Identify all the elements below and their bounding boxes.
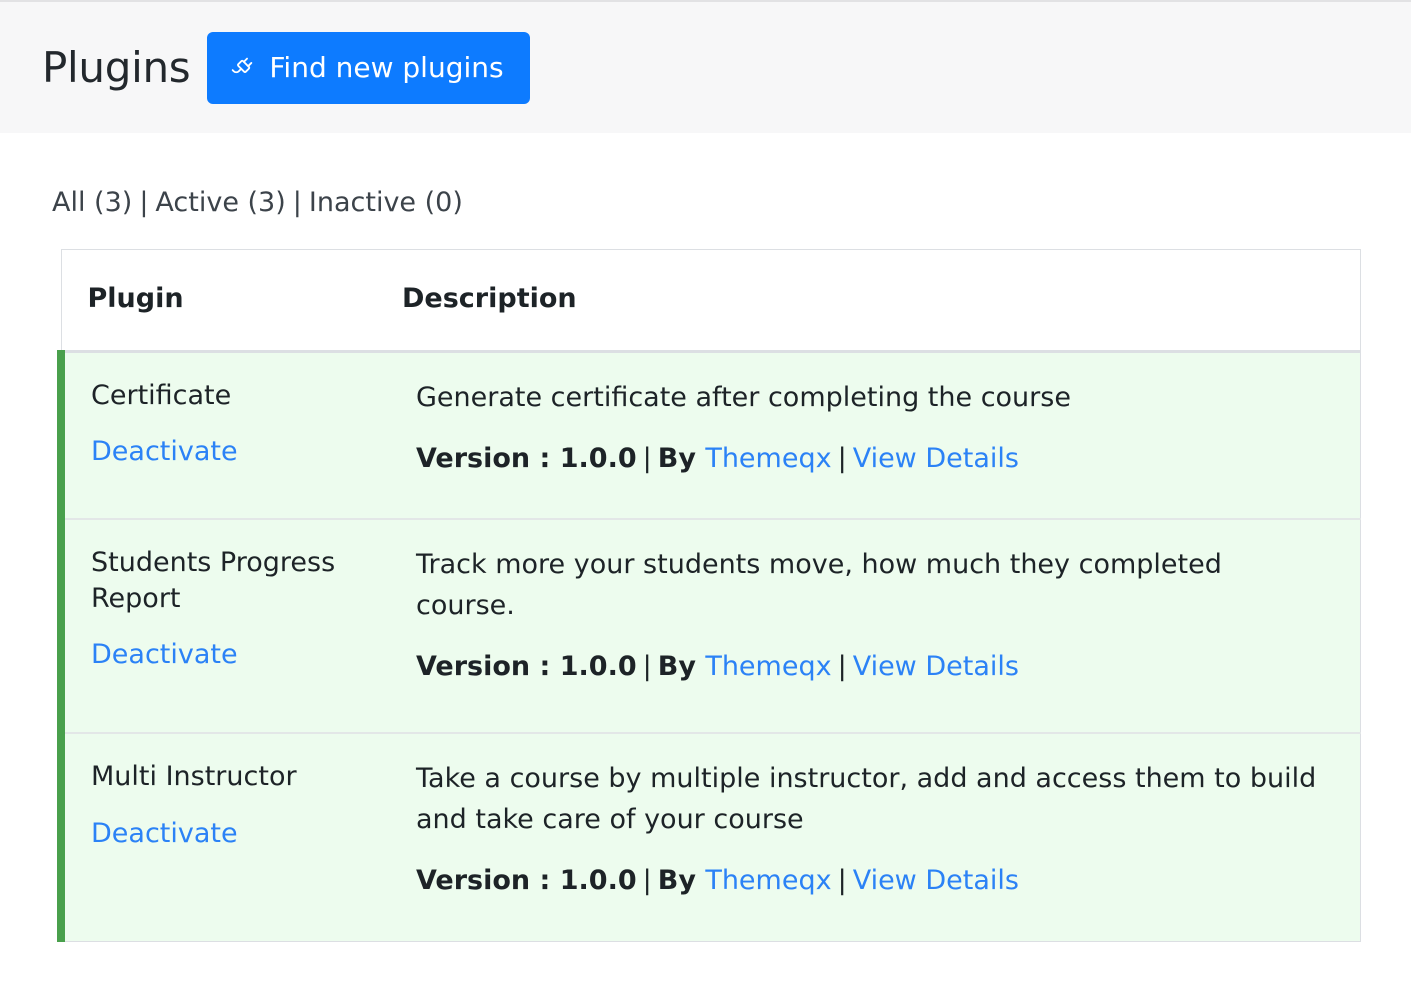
table-row: Certificate Deactivate Generate certific… (57, 351, 1361, 520)
plugin-description: Track more your students move, how much … (416, 549, 1222, 621)
page-header: Plugins Find new plugins (0, 0, 1411, 133)
plugin-description: Generate certificate after completing th… (416, 381, 1071, 413)
deactivate-link[interactable]: Deactivate (91, 436, 238, 467)
plugin-version: Version : 1.0.0 (416, 443, 637, 475)
plugin-version: Version : 1.0.0 (416, 651, 637, 683)
plugins-table: Plugin Description Certificate Deactivat… (57, 248, 1361, 942)
table-row: Multi Instructor Deactivate Take a cours… (57, 732, 1361, 942)
plugin-by-label: By (657, 443, 696, 475)
plugin-row-actions: Deactivate (91, 639, 384, 671)
plugin-author-link[interactable]: Themeqx (705, 443, 831, 474)
plugin-row-actions: Deactivate (91, 818, 384, 850)
plugins-table-container: Plugin Description Certificate Deactivat… (57, 248, 1361, 942)
plugin-description: Take a course by multiple instructor, ad… (416, 763, 1317, 835)
filter-active[interactable]: Active (3) (155, 187, 285, 218)
column-header-plugin: Plugin (61, 249, 402, 353)
meta-separator-2: | (837, 651, 847, 683)
plugin-cell: Multi Instructor Deactivate (57, 732, 402, 942)
filter-separator-1: | (139, 187, 149, 218)
meta-separator-2: | (837, 865, 847, 897)
plugin-author-link[interactable]: Themeqx (705, 865, 831, 896)
plugins-table-head: Plugin Description (61, 249, 1361, 353)
plugin-version: Version : 1.0.0 (416, 865, 637, 897)
deactivate-link[interactable]: Deactivate (91, 818, 238, 849)
plugin-name: Students Progress Report (91, 547, 336, 614)
plugin-cell: Students Progress Report Deactivate (57, 518, 402, 734)
plugin-cell: Certificate Deactivate (57, 351, 402, 520)
plugin-meta: Version : 1.0.0 | By Themeqx | View Details (416, 865, 1320, 897)
meta-separator-1: | (642, 865, 652, 897)
plugin-name: Certificate (91, 379, 232, 411)
find-new-plugins-label: Find new plugins (269, 50, 504, 84)
plugin-author-link[interactable]: Themeqx (705, 651, 831, 682)
meta-separator-1: | (642, 443, 652, 475)
plugin-name: Multi Instructor (91, 761, 297, 793)
page-title: Plugins (42, 42, 191, 92)
view-details-link[interactable]: View Details (853, 443, 1019, 474)
view-details-link[interactable]: View Details (853, 651, 1019, 682)
deactivate-link[interactable]: Deactivate (91, 639, 238, 670)
plugin-by-label: By (657, 865, 696, 897)
description-cell: Generate certificate after completing th… (402, 351, 1361, 520)
filter-separator-2: | (292, 187, 302, 218)
plug-icon (229, 55, 255, 81)
plugin-by-label: By (657, 651, 696, 683)
table-row: Students Progress Report Deactivate Trac… (57, 518, 1361, 734)
find-new-plugins-button[interactable]: Find new plugins (207, 31, 530, 104)
table-header-row: Plugin Description (61, 249, 1361, 353)
plugin-status-filters: All (3) | Active (3) | Inactive (0) (0, 133, 1411, 218)
plugin-meta: Version : 1.0.0 | By Themeqx | View Details (416, 443, 1320, 475)
filter-all[interactable]: All (3) (52, 187, 132, 218)
view-details-link[interactable]: View Details (853, 865, 1019, 896)
meta-separator-2: | (837, 443, 847, 475)
plugins-table-body: Certificate Deactivate Generate certific… (57, 351, 1361, 942)
filter-inactive[interactable]: Inactive (0) (309, 187, 463, 218)
column-header-description: Description (402, 249, 1361, 353)
meta-separator-1: | (642, 651, 652, 683)
description-cell: Track more your students move, how much … (402, 518, 1361, 734)
plugin-row-actions: Deactivate (91, 436, 384, 468)
description-cell: Take a course by multiple instructor, ad… (402, 732, 1361, 942)
plugin-meta: Version : 1.0.0 | By Themeqx | View Details (416, 651, 1320, 683)
